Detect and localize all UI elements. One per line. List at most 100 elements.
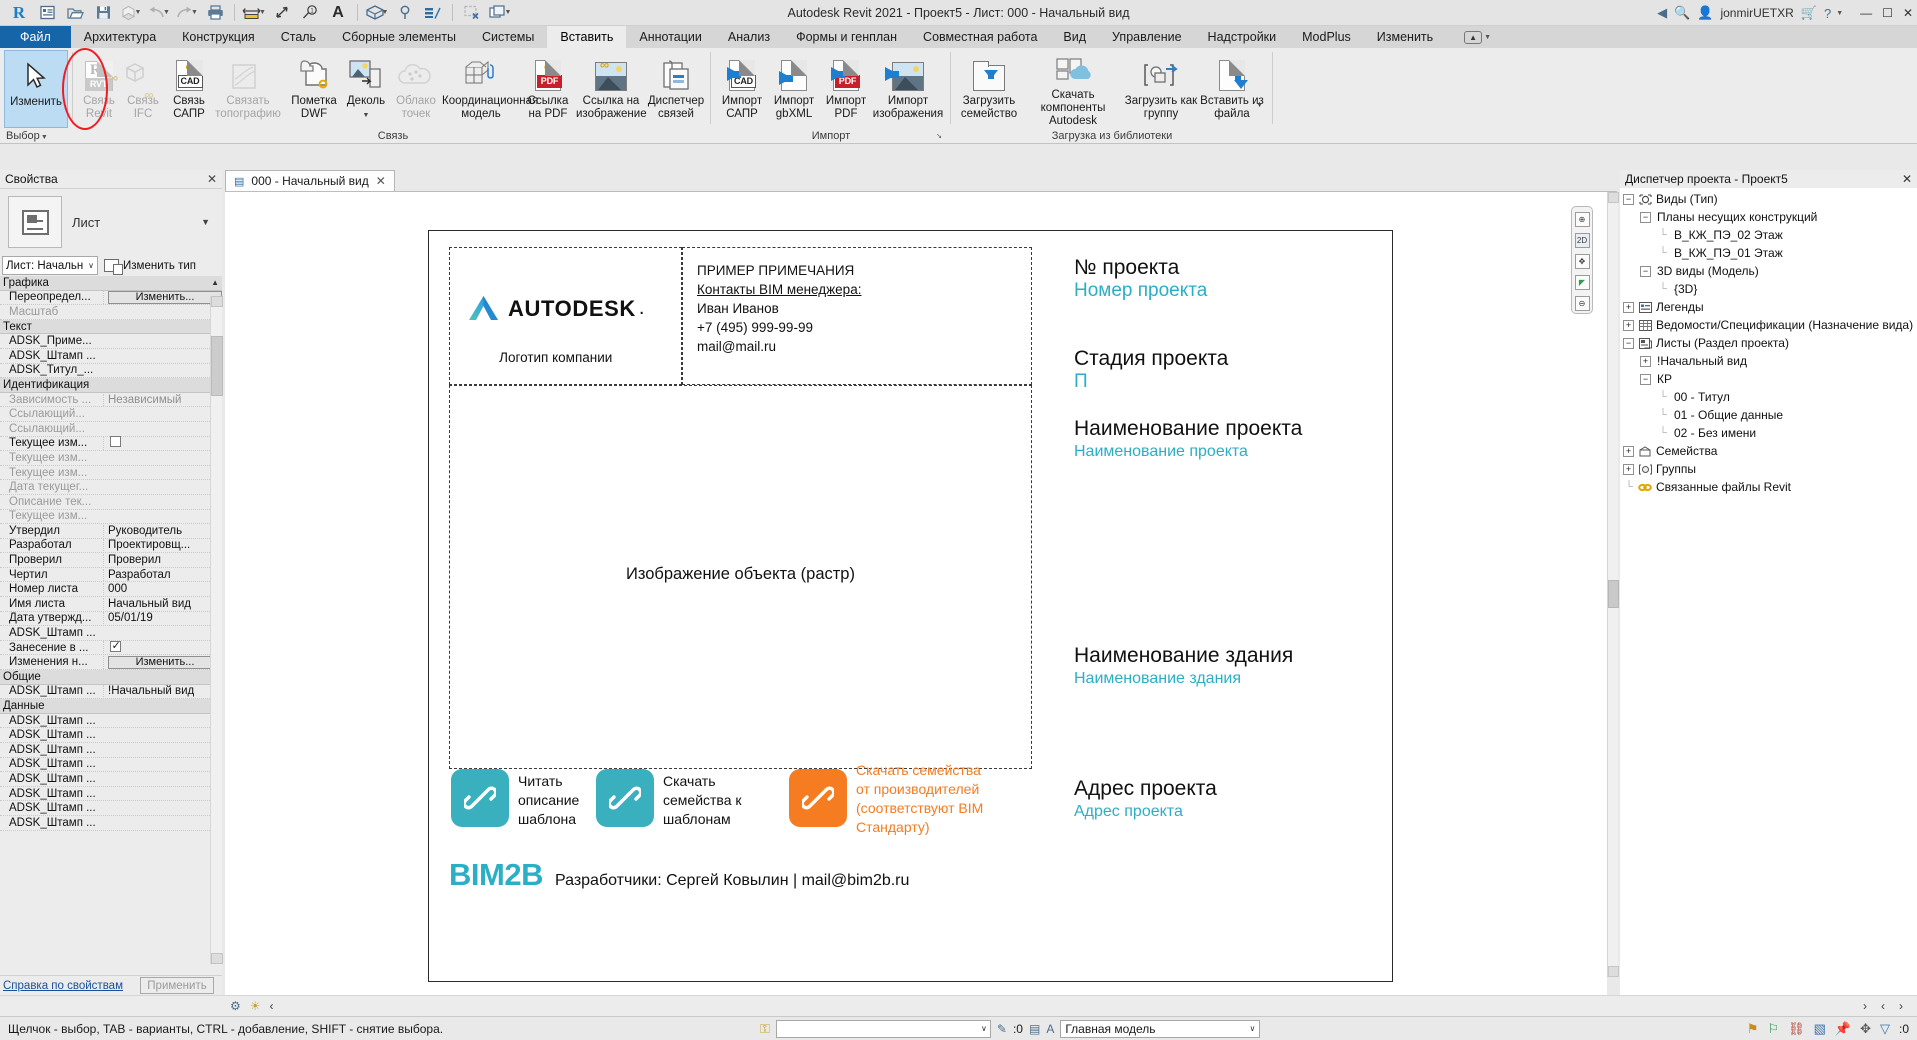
properties-help-link[interactable]: Справка по свойствам	[0, 980, 123, 992]
property-value[interactable]: Проектировщ...	[103, 539, 222, 552]
chevron-down-icon[interactable]: ▼	[1836, 10, 1843, 17]
expand-node-icon[interactable]: +	[1623, 319, 1634, 331]
revit-logo-icon[interactable]: R	[6, 1, 32, 25]
read-template-description-link[interactable]: Читать описание шаблона	[451, 769, 596, 829]
select-pinned-icon[interactable]: 📌	[1835, 1021, 1851, 1037]
property-value[interactable]: Изменить...	[103, 655, 222, 669]
close-button[interactable]: ✕	[1903, 6, 1913, 20]
tab-precast[interactable]: Сборные элементы	[329, 26, 469, 48]
view-control-bar[interactable]: ⊕ 2D ✥ ◤ ⊖	[1571, 206, 1593, 314]
link-cad-button[interactable]: CAD ∞ Связь САПР	[166, 50, 212, 128]
dwf-markup-button[interactable]: Пометка DWF	[286, 50, 342, 128]
tab-steel[interactable]: Сталь	[268, 26, 329, 48]
link-topography-button[interactable]: Связать топографию	[212, 50, 284, 128]
property-checkbox[interactable]	[110, 640, 121, 652]
close-icon[interactable]: ✕	[207, 172, 217, 186]
active-option-icon[interactable]: A	[1046, 1022, 1054, 1036]
pdf-link-button[interactable]: PDF ∞ Ссылка на PDF	[520, 50, 576, 128]
tab-file[interactable]: Файл	[0, 26, 71, 48]
default-3d-view-icon[interactable]: ▼	[364, 1, 390, 25]
category-collapse-icon[interactable]: ▲	[211, 278, 222, 287]
property-edit-button[interactable]: Изменить...	[108, 655, 222, 669]
select-links-icon[interactable]: ⛓	[1788, 1021, 1805, 1037]
worksets-icon[interactable]: ⚿	[760, 1021, 770, 1037]
import-gbxml-button[interactable]: Импорт gbXML	[768, 50, 820, 128]
section-icon[interactable]	[392, 1, 418, 25]
tab-annotate[interactable]: Аннотации	[626, 26, 714, 48]
browser-tree-node[interactable]: + Ведомости/Спецификации (Назначение вида…	[1623, 316, 1917, 334]
coordination-model-button[interactable]: Координационная модель	[442, 50, 538, 128]
property-row[interactable]: Проверил Проверил	[0, 553, 222, 568]
tab-collaborate[interactable]: Совместная работа	[910, 26, 1050, 48]
close-icon[interactable]: ✕	[376, 174, 386, 188]
property-row[interactable]: ADSK_Штамп ...	[0, 772, 222, 787]
browser-tree-node[interactable]: + !Начальный вид	[1623, 352, 1917, 370]
import-pdf-button[interactable]: PDF Импорт PDF	[820, 50, 872, 128]
property-row[interactable]: Изменения н... Изменить...	[0, 655, 222, 671]
property-value[interactable]: Проверил	[103, 554, 222, 567]
design-option-combo[interactable]: Главная модель ∨	[1060, 1019, 1261, 1038]
chevron-down-icon[interactable]: ▼	[1256, 99, 1263, 112]
decal-button[interactable]: Деколь ▼	[342, 50, 390, 128]
browser-tree-node[interactable]: └ 01 - Общие данные	[1623, 406, 1917, 424]
tab-structure[interactable]: Конструкция	[169, 26, 268, 48]
tab-massing-site[interactable]: Формы и генплан	[783, 26, 910, 48]
maximize-button[interactable]: ☐	[1882, 6, 1893, 20]
chevron-down-icon[interactable]: ▼	[363, 109, 370, 122]
property-value[interactable]	[103, 436, 222, 451]
expand-node-icon[interactable]: +	[1623, 463, 1634, 475]
property-row[interactable]: Текущее изм...	[0, 436, 222, 452]
link-ifc-button[interactable]: ∞ Связь IFC	[122, 50, 164, 128]
tab-manage[interactable]: Управление	[1099, 26, 1195, 48]
close-hidden-windows-icon[interactable]	[459, 1, 485, 25]
property-row[interactable]: ADSK_Штамп ...	[0, 349, 222, 364]
open-folder-icon[interactable]	[62, 1, 88, 25]
tab-architecture[interactable]: Архитектура	[71, 26, 169, 48]
property-row[interactable]: Номер листа 000	[0, 582, 222, 598]
insert-from-file-button[interactable]: Вставить из файла ▼	[1198, 50, 1266, 128]
expand-right-icon[interactable]: ›	[1863, 999, 1867, 1013]
help-icon[interactable]: ?	[1824, 6, 1831, 21]
property-row[interactable]: Переопредел... Изменить...	[0, 290, 222, 306]
redo-icon[interactable]: ▼	[174, 1, 200, 25]
property-row[interactable]: ADSK_Штамп ...	[0, 728, 222, 743]
zoom-out-icon[interactable]: ⊖	[1574, 296, 1590, 311]
expand-left-icon[interactable]: ‹	[270, 999, 274, 1013]
property-value[interactable]: !Начальный вид	[103, 685, 222, 698]
undo-icon[interactable]: ▼	[146, 1, 172, 25]
property-row[interactable]: Текущее изм...	[0, 510, 222, 525]
tab-modplus[interactable]: ModPlus	[1289, 26, 1364, 48]
design-options-icon[interactable]: ▤	[1029, 1022, 1040, 1036]
tab-insert[interactable]: Вставить	[547, 26, 627, 48]
type-selector-combo[interactable]: Лист: Начальн ∨	[2, 256, 98, 275]
sun-path-icon[interactable]: ☀	[250, 999, 261, 1013]
browser-tree-node[interactable]: −3D виды (Модель)	[1623, 262, 1917, 280]
project-tree[interactable]: − Виды (Тип) − Планы несущих конструкций └ В_…	[1620, 188, 1917, 496]
zoom-in-icon[interactable]: ⊕	[1574, 212, 1590, 227]
sheet-settings-icon[interactable]: ⚙	[230, 999, 241, 1013]
import-image-button[interactable]: Импорт изображения	[872, 50, 944, 128]
expand-node-icon[interactable]: +	[1640, 355, 1651, 367]
pan-icon[interactable]: ✥	[1574, 254, 1590, 269]
chevron-down-icon[interactable]: ▼	[201, 217, 214, 227]
property-row[interactable]: Описание тек...	[0, 495, 222, 510]
browser-tree-node[interactable]: + Группы	[1623, 460, 1917, 478]
property-value[interactable]: 000	[103, 583, 222, 596]
edit-type-button[interactable]: Изменить тип	[104, 259, 196, 275]
chevron-down-icon[interactable]: ▼	[163, 9, 170, 16]
manage-links-button[interactable]: Диспетчер связей	[646, 50, 706, 128]
save-as-icon[interactable]: ▼	[118, 1, 144, 25]
property-row[interactable]: Ссылающий...	[0, 422, 222, 437]
tab-view[interactable]: Вид	[1050, 26, 1099, 48]
aligned-dimension-icon[interactable]	[269, 1, 295, 25]
property-value[interactable]: Разработал	[103, 568, 222, 581]
property-row[interactable]: ADSK_Титул_...	[0, 364, 222, 379]
browser-tree-node[interactable]: − КР	[1623, 370, 1917, 388]
tab-analyze[interactable]: Анализ	[715, 26, 783, 48]
point-cloud-button[interactable]: Облако точек	[390, 50, 442, 128]
property-edit-button[interactable]: Изменить...	[108, 290, 222, 304]
link-revit-button[interactable]: R RVT ∞ Связь Revit	[78, 50, 120, 128]
browser-tree-node[interactable]: └ В_КЖ_ПЭ_01 Этаж	[1623, 244, 1917, 262]
account-icon[interactable]: 👤	[1697, 5, 1713, 21]
chevron-down-icon[interactable]: ▼	[505, 9, 512, 16]
